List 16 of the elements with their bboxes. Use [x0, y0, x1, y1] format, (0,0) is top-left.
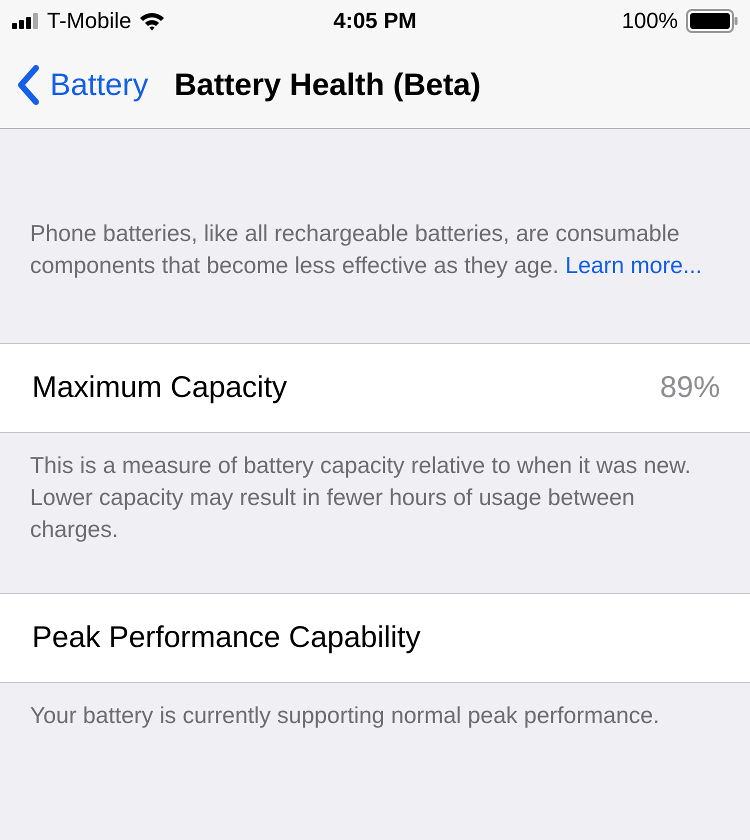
status-time: 4:05 PM [333, 8, 417, 34]
wifi-icon [139, 12, 166, 30]
page-title: Battery Health (Beta) [174, 67, 481, 103]
description-text: Phone batteries, like all rechargeable batteries, are consumable components that become less effective as they age. Learn more... [30, 219, 704, 280]
back-button[interactable]: Battery [16, 65, 148, 105]
chevron-left-icon [16, 65, 40, 105]
signal-icon [12, 13, 39, 29]
row-label: Peak Performance Capability [32, 621, 421, 655]
learn-more-link[interactable]: Learn more... [565, 252, 702, 278]
battery-percentage: 100% [622, 8, 678, 34]
battery-icon [686, 9, 738, 33]
carrier-name: T-Mobile [47, 8, 132, 34]
row-value: 89% [660, 371, 720, 405]
footer-text: Your battery is currently supporting normal peak performance. [30, 701, 660, 730]
row-label: Maximum Capacity [32, 371, 288, 405]
footer-text: This is a measure of battery capacity relative to when it was new. Lower capacity may result in fewer hours of usage between charges. [30, 451, 692, 544]
